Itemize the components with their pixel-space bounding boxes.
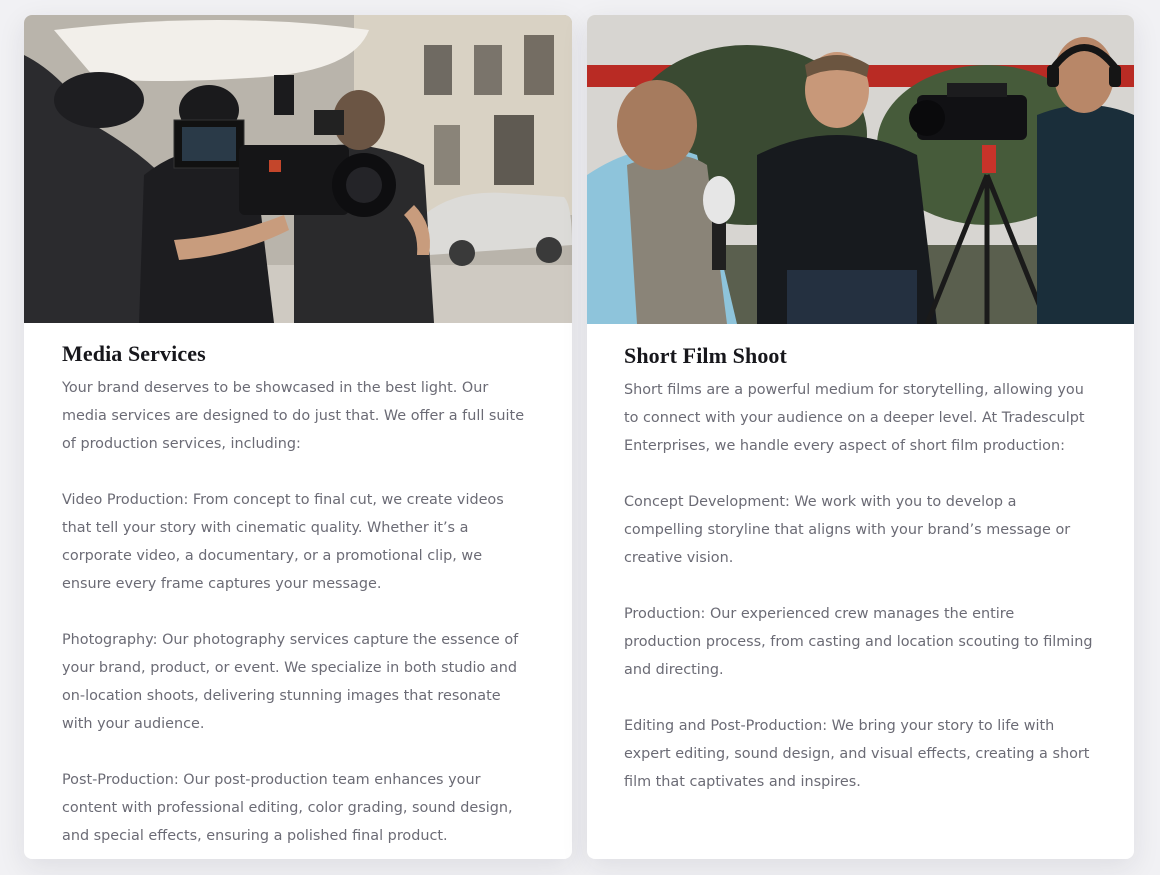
short-film-content: Short Film Shoot Short films are a power… — [587, 324, 1134, 796]
card-paragraph: Your brand deserves to be showcased in t… — [62, 380, 525, 452]
card-paragraph: Concept Development: We work with you to… — [624, 494, 1071, 566]
card-title: Media Services — [62, 341, 206, 366]
film-crew-photo — [24, 15, 572, 323]
card-paragraph: Editing and Post-Production: We bring yo… — [624, 718, 1090, 790]
short-film-image — [587, 15, 1134, 324]
media-services-image — [24, 15, 572, 323]
card-paragraph: Short films are a powerful medium for st… — [624, 382, 1085, 454]
services-cards: Media Services Your brand deserves to be… — [0, 0, 1160, 875]
card-paragraph: Post-Production: Our post-production tea… — [62, 772, 513, 844]
media-services-card: Media Services Your brand deserves to be… — [24, 15, 572, 859]
media-services-content: Media Services Your brand deserves to be… — [24, 323, 572, 850]
short-film-card: Short Film Shoot Short films are a power… — [587, 15, 1134, 859]
card-paragraph: Photography: Our photography services ca… — [62, 632, 519, 732]
card-title: Short Film Shoot — [624, 343, 787, 368]
interview-shoot-photo — [587, 15, 1134, 324]
card-paragraph: Video Production: From concept to final … — [62, 492, 504, 592]
card-paragraph: Production: Our experienced crew manages… — [624, 606, 1093, 678]
